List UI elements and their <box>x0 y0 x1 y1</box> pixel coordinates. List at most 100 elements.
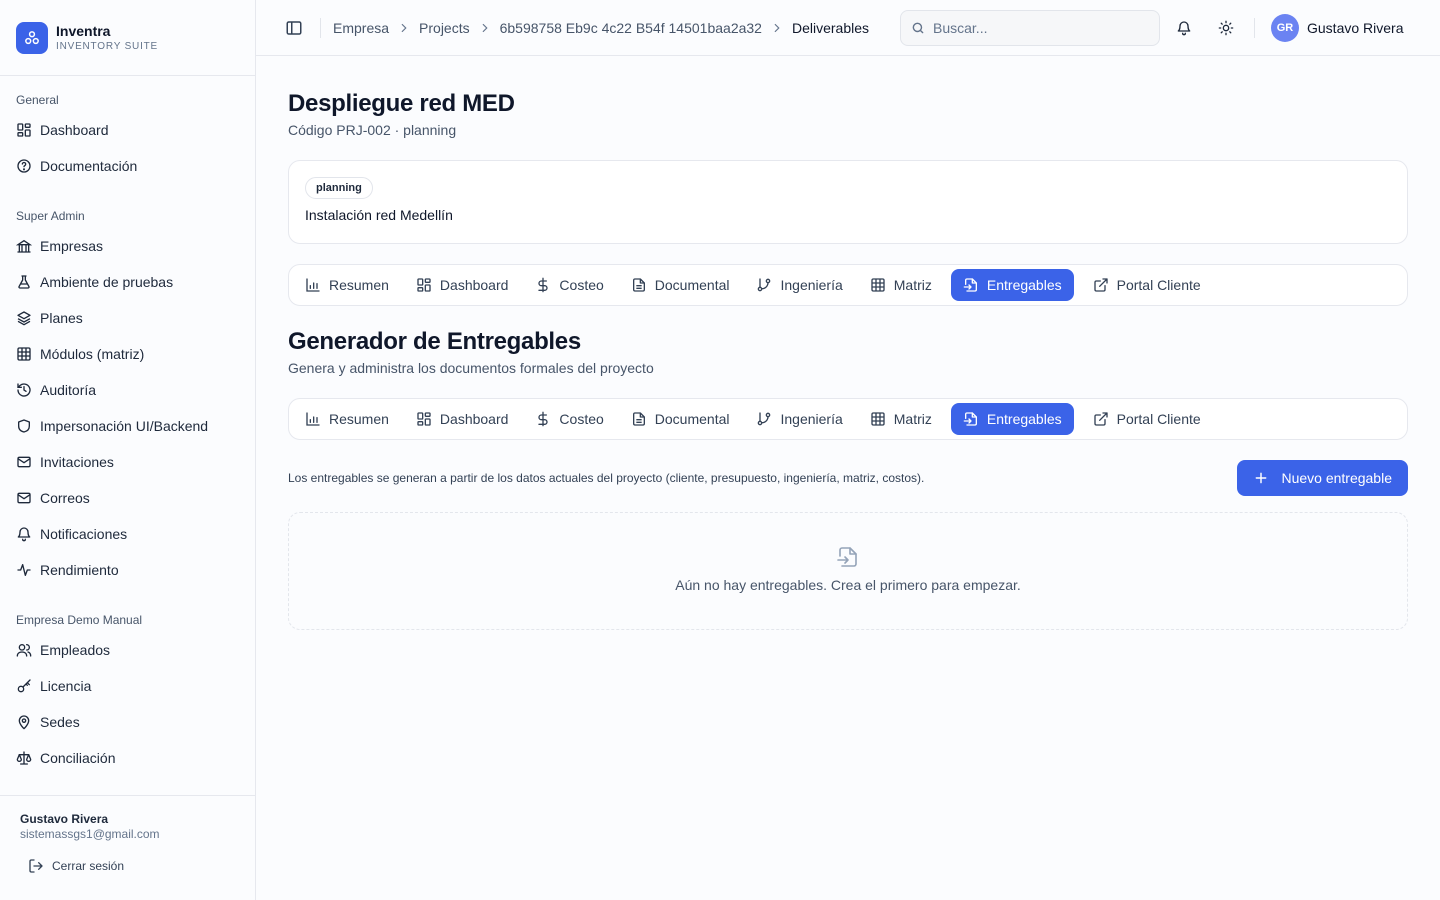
sidebar-item-label: Notificaciones <box>40 526 128 542</box>
tab-portal-cliente[interactable]: Portal Cliente <box>1085 403 1209 435</box>
layout-grid-icon <box>416 411 432 427</box>
chevron-right-icon <box>770 21 784 35</box>
notifications-button[interactable] <box>1172 16 1196 40</box>
sidebar-item-planes[interactable]: Planes <box>0 300 255 336</box>
tab-label: Matriz <box>893 277 932 293</box>
breadcrumb-item-projects[interactable]: Projects <box>419 20 470 36</box>
theme-toggle-button[interactable] <box>1214 16 1238 40</box>
deliverables-hint: Los entregables se generan a partir de l… <box>288 471 925 485</box>
tab-ingenieria[interactable]: Ingeniería <box>748 269 850 301</box>
footer-user-email: sistemassgs1@gmail.com <box>20 827 160 841</box>
page-subtitle: Código PRJ-002 · planning <box>288 122 457 138</box>
tab-label: Matriz <box>893 411 932 427</box>
sidebar-item-correos[interactable]: Correos <box>0 480 255 516</box>
tab-label: Costeo <box>559 411 604 427</box>
table-icon <box>870 277 886 293</box>
logout-button[interactable]: Cerrar sesión <box>20 858 235 874</box>
bell-icon <box>16 526 32 542</box>
mail-icon <box>16 454 32 470</box>
project-tabs: Resumen Dashboard Costeo Documental Inge… <box>288 264 1408 306</box>
page-title: Despliegue red MED <box>288 90 515 117</box>
sidebar-item-label: Rendimiento <box>40 562 119 578</box>
sidebar-item-label: Licencia <box>40 678 92 694</box>
sidebar-item-impersonacion[interactable]: Impersonación UI/Backend <box>0 408 255 444</box>
tab-resumen[interactable]: Resumen <box>297 403 397 435</box>
sidebar-item-conciliacion[interactable]: Conciliación <box>0 740 255 776</box>
map-pin-icon <box>16 714 32 730</box>
external-link-icon <box>1093 411 1109 427</box>
brand-logo-icon <box>16 21 48 54</box>
sidebar-item-notificaciones[interactable]: Notificaciones <box>0 516 255 552</box>
panel-left-icon <box>285 19 303 37</box>
nav-group-label: Super Admin <box>16 209 85 223</box>
history-icon <box>16 382 32 398</box>
header-user-name: Gustavo Rivera <box>1307 20 1404 36</box>
sidebar-item-label: Invitaciones <box>40 454 114 470</box>
tab-label: Costeo <box>559 277 604 293</box>
tab-documental[interactable]: Documental <box>623 269 738 301</box>
tab-label: Entregables <box>986 277 1062 293</box>
tab-label: Entregables <box>986 411 1062 427</box>
sidebar-item-sedes[interactable]: Sedes <box>0 704 255 740</box>
sidebar-item-auditoria[interactable]: Auditoría <box>0 372 255 408</box>
top-header: Empresa Projects 6b598758 Eb9c 4c22 B54f… <box>256 0 1440 56</box>
brand-subtitle: INVENTORY SUITE <box>56 40 159 52</box>
sidebar-item-rendimiento[interactable]: Rendimiento <box>0 552 255 588</box>
sidebar-item-label: Ambiente de pruebas <box>40 274 174 290</box>
search-input[interactable] <box>933 20 1133 36</box>
tab-label: Portal Cliente <box>1116 277 1201 293</box>
scale-icon <box>16 750 32 766</box>
tab-label: Dashboard <box>439 411 509 427</box>
help-circle-icon <box>16 158 32 174</box>
empty-state-text: Aún no hay entregables. Crea el primero … <box>675 577 1021 593</box>
sidebar-item-licencia[interactable]: Licencia <box>0 668 255 704</box>
chevron-right-icon <box>397 21 411 35</box>
new-deliverable-button[interactable]: Nuevo entregable <box>1237 460 1408 496</box>
tab-documental[interactable]: Documental <box>623 403 738 435</box>
sidebar-item-label: Auditoría <box>40 382 97 398</box>
tab-costeo[interactable]: Costeo <box>527 403 611 435</box>
user-profile-menu[interactable]: GR Gustavo Rivera <box>1271 14 1403 42</box>
search-icon <box>911 21 925 35</box>
git-branch-icon <box>756 277 772 293</box>
project-description: Instalación red Medellín <box>305 207 453 223</box>
git-branch-icon <box>756 411 772 427</box>
tab-resumen[interactable]: Resumen <box>297 269 397 301</box>
tab-entregables[interactable]: Entregables <box>950 269 1074 301</box>
sidebar-item-modulos[interactable]: Módulos (matriz) <box>0 336 255 372</box>
search-box <box>900 10 1160 46</box>
sidebar-item-label: Planes <box>40 310 83 326</box>
sidebar-item-documentacion[interactable]: Documentación <box>0 148 255 184</box>
nav-group-label: General <box>16 93 59 107</box>
file-input-icon <box>836 545 860 569</box>
tab-dashboard[interactable]: Dashboard <box>408 269 517 301</box>
breadcrumb-item-empresa[interactable]: Empresa <box>333 20 389 36</box>
sidebar-item-label: Documentación <box>40 158 138 174</box>
tab-matriz[interactable]: Matriz <box>862 269 940 301</box>
sidebar-toggle-button[interactable] <box>280 14 308 42</box>
sidebar-item-empleados[interactable]: Empleados <box>0 632 255 668</box>
sidebar-item-invitaciones[interactable]: Invitaciones <box>0 444 255 480</box>
breadcrumb-item-project-id[interactable]: 6b598758 Eb9c 4c22 B54f 14501baa2a32 <box>500 20 762 36</box>
tab-ingenieria[interactable]: Ingeniería <box>748 403 850 435</box>
section-title: Generador de Entregables <box>288 328 581 355</box>
tab-portal-cliente[interactable]: Portal Cliente <box>1085 269 1209 301</box>
sidebar-item-empresas[interactable]: Empresas <box>0 228 255 264</box>
table-icon <box>870 411 886 427</box>
tab-entregables[interactable]: Entregables <box>950 403 1074 435</box>
layout-grid-icon <box>416 277 432 293</box>
sidebar-item-dashboard[interactable]: Dashboard <box>0 112 255 148</box>
tab-costeo[interactable]: Costeo <box>527 269 611 301</box>
tab-label: Resumen <box>329 277 389 293</box>
breadcrumb-item-current: Deliverables <box>791 19 870 36</box>
deliverables-tabs: Resumen Dashboard Costeo Documental Inge… <box>288 398 1408 440</box>
mail-icon <box>16 490 32 506</box>
tab-matriz[interactable]: Matriz <box>862 403 940 435</box>
sidebar-item-label: Correos <box>40 490 90 506</box>
brand[interactable]: Inventra INVENTORY SUITE <box>0 0 255 76</box>
sidebar-item-label: Empleados <box>40 642 111 658</box>
plus-icon <box>1253 470 1269 486</box>
sidebar-item-label: Dashboard <box>40 122 109 138</box>
tab-dashboard[interactable]: Dashboard <box>408 403 517 435</box>
sidebar-item-ambiente-pruebas[interactable]: Ambiente de pruebas <box>0 264 255 300</box>
